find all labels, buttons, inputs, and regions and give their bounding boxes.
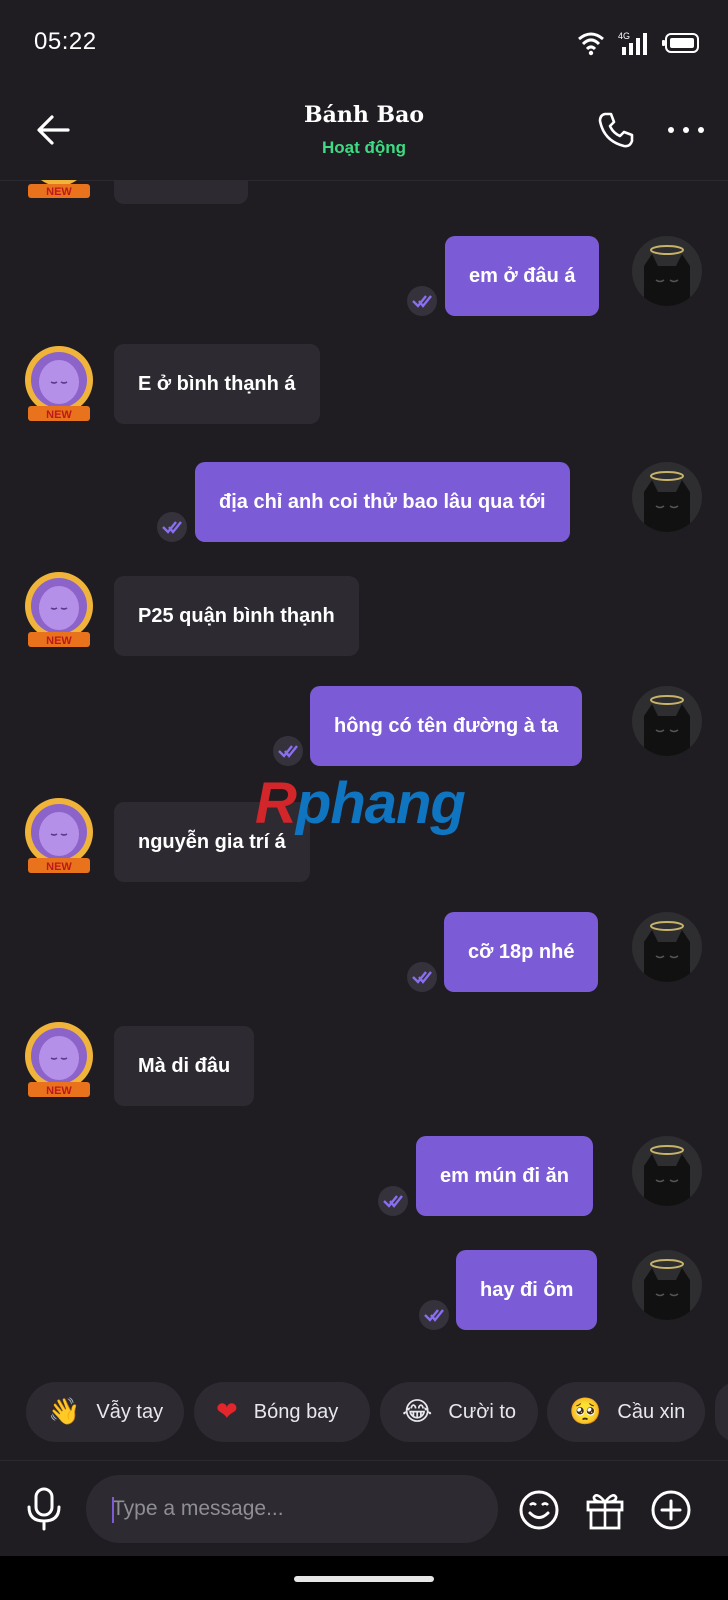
message-bubble-outgoing[interactable]: địa chỉ anh coi thử bao lâu qua tới (195, 462, 570, 542)
status-time: 05:22 (34, 28, 97, 55)
read-receipt-icon (273, 736, 303, 766)
new-badge-label: NEW (46, 861, 72, 873)
message-text: E ở bình thạnh á (138, 372, 296, 395)
text-cursor (112, 1497, 114, 1523)
contact-avatar[interactable]: NEW (18, 1018, 100, 1100)
wave-emoji-icon: 👋 (48, 1397, 81, 1427)
message-text: P25 quận bình thạnh (138, 604, 335, 627)
home-indicator[interactable] (294, 1576, 434, 1582)
quick-reply-balloon[interactable]: ❤ Bóng bay (194, 1382, 370, 1442)
message-input[interactable]: Type a message... (86, 1475, 498, 1543)
chat-header: Bánh Bao Hoạt động (0, 88, 728, 181)
phone-call-icon[interactable] (596, 110, 636, 150)
message-input-bar: Type a message... (0, 1460, 728, 1557)
heart-emoji-icon: ❤ (216, 1397, 238, 1427)
my-avatar[interactable] (632, 236, 702, 306)
message-bubble-incoming[interactable]: Mà di đâu (114, 1026, 255, 1106)
signal-icon: 4G (618, 31, 647, 55)
message-bubble-outgoing[interactable]: hay đi ôm (456, 1250, 598, 1330)
message-bubble-outgoing[interactable]: em mún đi ăn (416, 1136, 593, 1216)
wifi-icon (578, 32, 604, 56)
new-badge-label: NEW (46, 409, 72, 421)
read-receipt-icon (407, 962, 437, 992)
read-receipt-icon (157, 512, 187, 542)
message-bubble-outgoing[interactable]: em ở đâu á (445, 236, 600, 316)
quick-reply-wave[interactable]: 👋 Vẫy tay (26, 1382, 184, 1442)
new-badge-label: NEW (46, 635, 72, 647)
contact-avatar-partial[interactable]: NEW (18, 180, 100, 200)
message-text: địa chỉ anh coi thử bao lâu qua tới (219, 490, 546, 513)
quick-reply-bar[interactable]: 👋 Vẫy tay ❤ Bóng bay 😂 Cười to 🥺 Cầu xin (0, 1380, 728, 1452)
pleading-emoji-icon: 🥺 (569, 1397, 602, 1427)
status-bar: 05:22 4G (0, 0, 728, 88)
watermark-text: phang (295, 771, 466, 836)
my-avatar[interactable] (632, 1250, 702, 1320)
message-bubble-incoming-partial[interactable] (114, 180, 248, 204)
add-icon[interactable] (650, 1489, 692, 1531)
message-bubble-incoming[interactable]: E ở bình thạnh á (114, 344, 320, 424)
message-text: hay đi ôm (480, 1278, 574, 1301)
quick-reply-laugh[interactable]: 😂 Cười to (380, 1382, 538, 1442)
message-bubble-outgoing[interactable]: hông có tên đường à ta (310, 686, 583, 766)
quick-reply-plead[interactable]: 🥺 Cầu xin (547, 1382, 705, 1442)
my-avatar[interactable] (632, 686, 702, 756)
read-receipt-icon (419, 1300, 449, 1330)
read-receipt-icon (407, 286, 437, 316)
new-badge-label: NEW (46, 186, 72, 198)
quick-reply-more[interactable] (715, 1382, 728, 1442)
my-avatar[interactable] (632, 912, 702, 982)
message-text: cỡ 18p nhé (468, 940, 575, 963)
quick-reply-label: Bóng bay (253, 1400, 339, 1423)
watermark-logo: Rphang (255, 770, 466, 837)
message-text: em ở đâu á (469, 264, 576, 287)
message-text: em mún đi ăn (440, 1164, 569, 1187)
my-avatar[interactable] (632, 1136, 702, 1206)
quick-reply-label: Cười to (448, 1400, 517, 1423)
watermark-first-letter: R (255, 771, 297, 836)
new-badge-label: NEW (46, 1085, 72, 1097)
network-type-label: 4G (618, 31, 630, 41)
contact-avatar[interactable]: NEW (18, 342, 100, 424)
my-avatar[interactable] (632, 462, 702, 532)
message-text: Mà di đâu (138, 1054, 231, 1077)
gift-icon[interactable] (584, 1489, 626, 1531)
emoji-icon[interactable] (518, 1489, 560, 1531)
contact-avatar[interactable]: NEW (18, 568, 100, 650)
message-bubble-outgoing[interactable]: cỡ 18p nhé (444, 912, 599, 992)
message-text: hông có tên đường à ta (334, 714, 559, 737)
microphone-icon[interactable] (24, 1487, 64, 1531)
status-icons: 4G (576, 30, 700, 56)
more-options-icon[interactable] (666, 118, 706, 142)
quick-reply-label: Cầu xin (617, 1400, 686, 1423)
read-receipt-icon (378, 1186, 408, 1216)
laughing-emoji-icon: 😂 (402, 1397, 433, 1427)
quick-reply-label: Vẫy tay (96, 1400, 164, 1423)
message-bubble-incoming[interactable]: P25 quận bình thạnh (114, 576, 359, 656)
battery-icon (662, 33, 699, 53)
contact-avatar[interactable]: NEW (18, 794, 100, 876)
message-input-placeholder: Type a message... (112, 1497, 284, 1520)
